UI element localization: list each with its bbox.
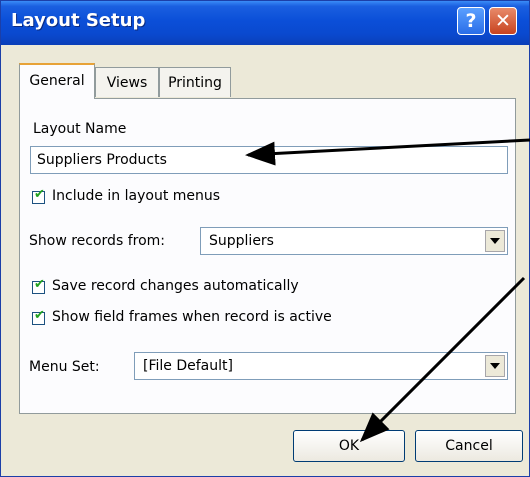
help-icon: ?: [465, 10, 477, 32]
tab-label: General: [29, 73, 85, 89]
chevron-down-icon[interactable]: [485, 355, 505, 377]
cancel-button[interactable]: Cancel: [415, 430, 523, 462]
ok-button[interactable]: OK: [293, 430, 405, 462]
include-in-menus-checkbox[interactable]: ✔: [32, 187, 45, 204]
tab-label: Views: [106, 75, 148, 91]
include-in-menus-label: Include in layout menus: [52, 188, 221, 204]
ok-label: OK: [338, 438, 360, 454]
show-records-select[interactable]: Suppliers: [200, 227, 508, 255]
tab-general[interactable]: General: [19, 63, 95, 99]
general-tab-panel: Layout Name Suppliers Products ✔ Include…: [19, 98, 516, 414]
show-frames-label: Show field frames when record is active: [52, 309, 332, 325]
show-records-value: Suppliers: [209, 233, 274, 249]
window-title: Layout Setup: [11, 10, 146, 31]
menu-set-value: [File Default]: [143, 358, 233, 374]
save-changes-checkbox[interactable]: ✔: [32, 277, 45, 294]
chevron-down-icon[interactable]: [485, 230, 505, 252]
close-button[interactable]: ✕: [489, 7, 517, 35]
show-frames-checkbox[interactable]: ✔: [32, 308, 45, 325]
title-bar[interactable]: Layout Setup ? ✕: [1, 1, 529, 45]
help-button[interactable]: ?: [457, 7, 485, 35]
show-records-label: Show records from:: [29, 233, 165, 249]
cancel-label: Cancel: [445, 438, 493, 454]
checkmark-icon: ✔: [34, 277, 45, 292]
checkmark-icon: ✔: [34, 308, 45, 323]
tab-label: Printing: [168, 75, 222, 91]
close-icon: ✕: [495, 10, 511, 32]
menu-set-select[interactable]: [File Default]: [134, 352, 508, 380]
dialog-body: General Views Printing Layout Name Suppl…: [1, 45, 529, 476]
layout-name-field[interactable]: Suppliers Products: [30, 146, 508, 174]
tab-printing[interactable]: Printing: [159, 67, 231, 97]
menu-set-label: Menu Set:: [29, 359, 100, 375]
save-changes-label: Save record changes automatically: [52, 278, 299, 294]
layout-name-label: Layout Name: [33, 121, 127, 137]
checkmark-icon: ✔: [34, 187, 45, 202]
layout-name-value: Suppliers Products: [37, 152, 167, 168]
tab-views[interactable]: Views: [95, 67, 159, 97]
layout-setup-window: Layout Setup ? ✕ General Views Printing …: [0, 0, 530, 477]
